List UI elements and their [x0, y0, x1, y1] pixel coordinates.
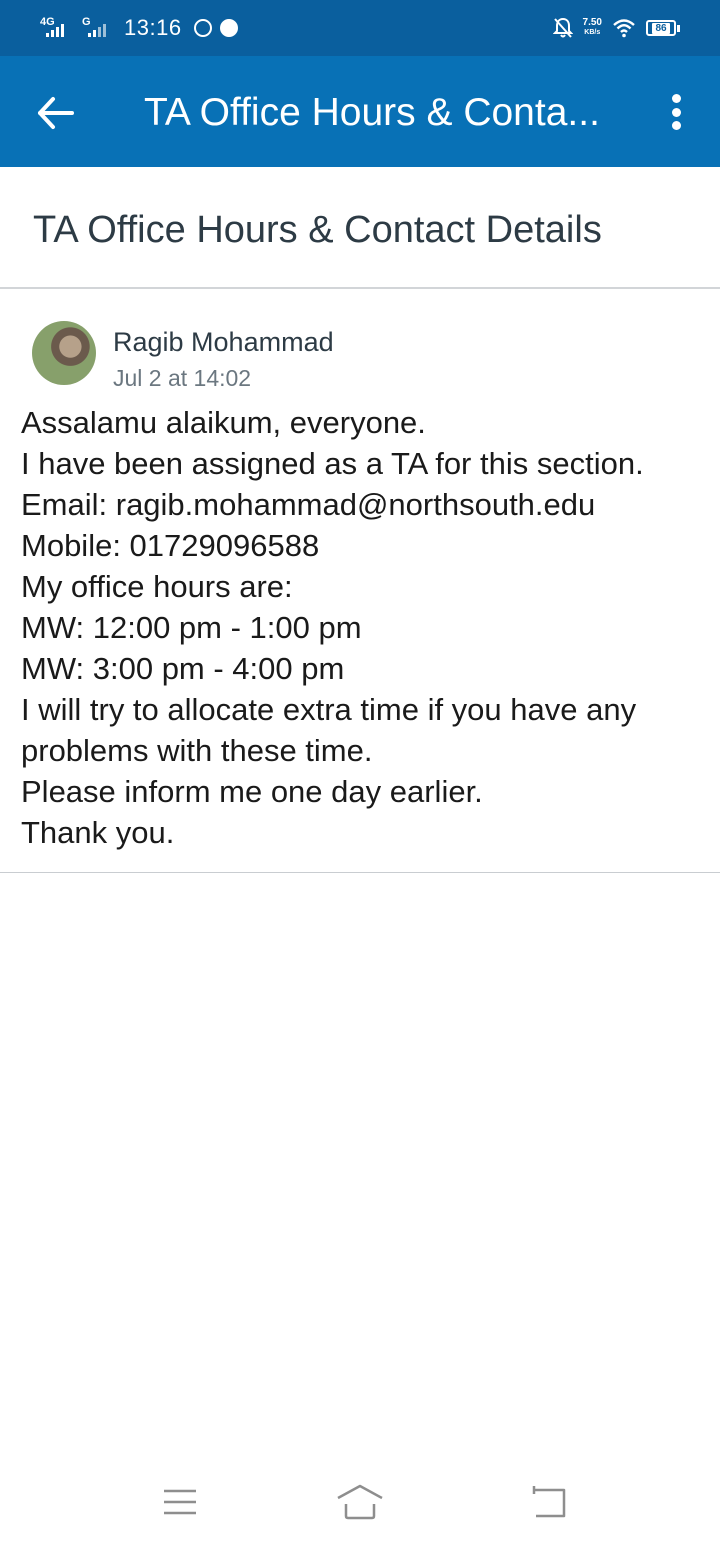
wifi-icon: [613, 19, 635, 38]
page-title: TA Office Hours & Contact Details: [33, 209, 602, 251]
signal-icon: 4G: [40, 16, 76, 40]
message-line: I have been assigned as a TA for this se…: [21, 446, 644, 481]
avatar[interactable]: [32, 321, 96, 385]
divider: [0, 872, 720, 873]
signal-icon-2: G: [82, 16, 112, 40]
whatsapp-icon: [193, 19, 212, 37]
message-line: Mobile: 01729096588: [21, 528, 320, 563]
post-date: Jul 2 at 14:02: [113, 365, 252, 391]
notifications-off-icon: [552, 17, 573, 38]
status-bar: 4G G 13:16 7.50 KB/s 86: [0, 0, 720, 56]
battery-level: 86: [652, 22, 670, 34]
message-line: Thank you.: [21, 815, 175, 850]
author-name[interactable]: Ragib Mohammad: [113, 325, 334, 359]
message-line: Please inform me one day earlier.: [21, 774, 483, 809]
divider: [0, 287, 720, 289]
system-nav-bar: [0, 1470, 720, 1534]
app-bar: TA Office Hours & Conta...: [0, 56, 720, 167]
message-line: MW: 3:00 pm - 4:00 pm: [21, 651, 345, 686]
more-options-icon[interactable]: [662, 92, 690, 132]
messenger-icon: [219, 19, 238, 37]
home-icon[interactable]: [336, 1482, 384, 1522]
battery-icon: 86: [646, 20, 680, 36]
message-line: Email: ragib.mohammad@northsouth.edu: [21, 487, 596, 522]
back-arrow-icon[interactable]: [34, 92, 76, 134]
message-line: MW: 12:00 pm - 1:00 pm: [21, 610, 362, 645]
app-bar-title: TA Office Hours & Conta...: [144, 91, 600, 134]
back-icon[interactable]: [528, 1482, 568, 1522]
post-message: Assalamu alaikum, everyone. I have been …: [21, 402, 711, 853]
message-line: Assalamu alaikum, everyone.: [21, 405, 426, 440]
message-line: problems with these time.: [21, 733, 373, 768]
clock: 13:16: [124, 15, 182, 40]
message-line: I will try to allocate extra time if you…: [21, 692, 637, 727]
network-speed: 7.50 KB/s: [582, 17, 602, 37]
menu-icon[interactable]: [160, 1482, 200, 1522]
message-line: My office hours are:: [21, 569, 293, 604]
